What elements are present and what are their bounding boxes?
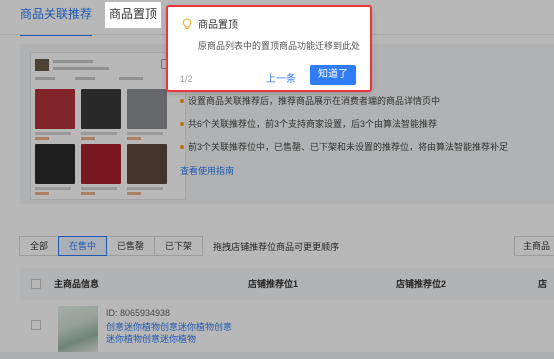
popover-title: 商品置顶 [198, 20, 238, 31]
popover-body: 原商品列表中的置顶商品功能迁移到此处 [198, 41, 361, 51]
popover-title-row: 商品置顶 [182, 16, 238, 31]
guide-popover: 商品置顶 原商品列表中的置顶商品功能迁移到此处 1/2 上一条 知道了 [166, 5, 372, 92]
popover-ok-button[interactable]: 知道了 [310, 65, 356, 85]
lightbulb-icon [182, 17, 192, 30]
popover-prev-button[interactable]: 上一条 [266, 70, 296, 85]
popover-page-indicator: 1/2 [180, 74, 193, 84]
tab-pin-top-highlight[interactable]: 商品置顶 [105, 2, 161, 28]
